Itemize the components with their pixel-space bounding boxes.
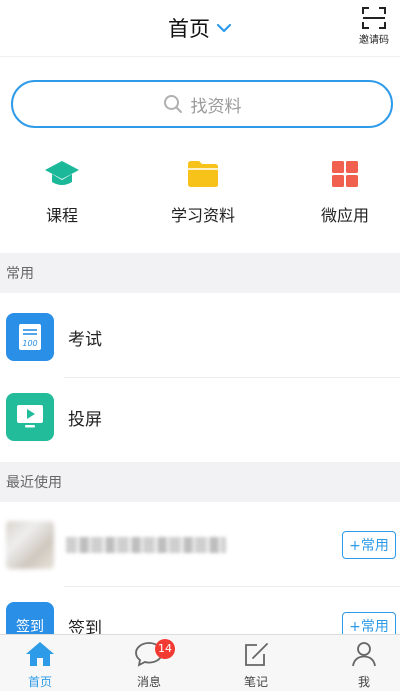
blurred-app-name xyxy=(66,537,226,553)
tab-notes[interactable]: 笔记 xyxy=(216,641,296,690)
invite-code-label: 邀请码 xyxy=(359,35,389,46)
quick-action-course[interactable]: 课程 xyxy=(2,152,122,226)
title-dropdown[interactable]: 首页 xyxy=(168,13,232,43)
section-title: 最近使用 xyxy=(6,475,62,491)
quick-action-label: 学习资料 xyxy=(170,206,235,225)
quick-action-study-materials[interactable]: 学习资料 xyxy=(143,152,263,226)
graduation-cap-icon xyxy=(45,161,79,185)
profile-icon xyxy=(352,642,376,667)
unread-badge: 14 xyxy=(155,639,175,659)
section-header-recent: 最近使用 xyxy=(0,462,400,502)
tab-messages[interactable]: 14 消息 xyxy=(109,639,189,690)
section-header-common: 常用 xyxy=(0,253,400,293)
invite-code-button[interactable]: 邀请码 xyxy=(348,6,400,46)
quick-actions: 课程 学习资料 微应用 xyxy=(0,152,400,232)
search-placeholder: 找资料 xyxy=(190,96,242,117)
screen-cast-icon xyxy=(6,393,54,441)
grid-apps-icon xyxy=(332,161,358,187)
top-header: 首页 邀请码 xyxy=(0,0,400,57)
page-title: 首页 xyxy=(168,17,210,41)
app-thumbnail xyxy=(6,521,54,569)
list-item-screen-cast[interactable]: 投屏 xyxy=(0,378,400,456)
bottom-tab-bar: 首页 14 消息 笔记 我 xyxy=(0,634,400,691)
list-item-label: 投屏 xyxy=(68,409,102,430)
folder-icon xyxy=(188,161,218,187)
quick-action-label: 微应用 xyxy=(320,206,369,225)
list-item-recent[interactable]: +常用 xyxy=(0,506,400,584)
exam-icon-score: 100 xyxy=(22,339,37,348)
list-item-label: 考试 xyxy=(68,329,102,350)
chevron-down-icon xyxy=(216,23,232,33)
tab-label: 我 xyxy=(357,675,370,689)
search-icon xyxy=(163,95,182,113)
scan-icon xyxy=(362,7,386,29)
tab-home[interactable]: 首页 xyxy=(0,641,80,690)
list-item-exam[interactable]: 100 考试 xyxy=(0,298,400,376)
exam-icon: 100 xyxy=(6,313,54,361)
tab-label: 首页 xyxy=(27,675,52,689)
note-icon xyxy=(245,643,268,666)
quick-action-micro-apps[interactable]: 微应用 xyxy=(285,152,400,226)
add-to-common-button[interactable]: +常用 xyxy=(342,531,396,559)
tab-label: 消息 xyxy=(136,675,161,689)
section-title: 常用 xyxy=(6,266,34,282)
tab-profile[interactable]: 我 xyxy=(324,641,400,690)
quick-action-label: 课程 xyxy=(45,206,78,225)
tab-label: 笔记 xyxy=(243,675,268,689)
home-icon xyxy=(26,642,54,666)
search-bar[interactable]: 找资料 xyxy=(11,80,393,128)
